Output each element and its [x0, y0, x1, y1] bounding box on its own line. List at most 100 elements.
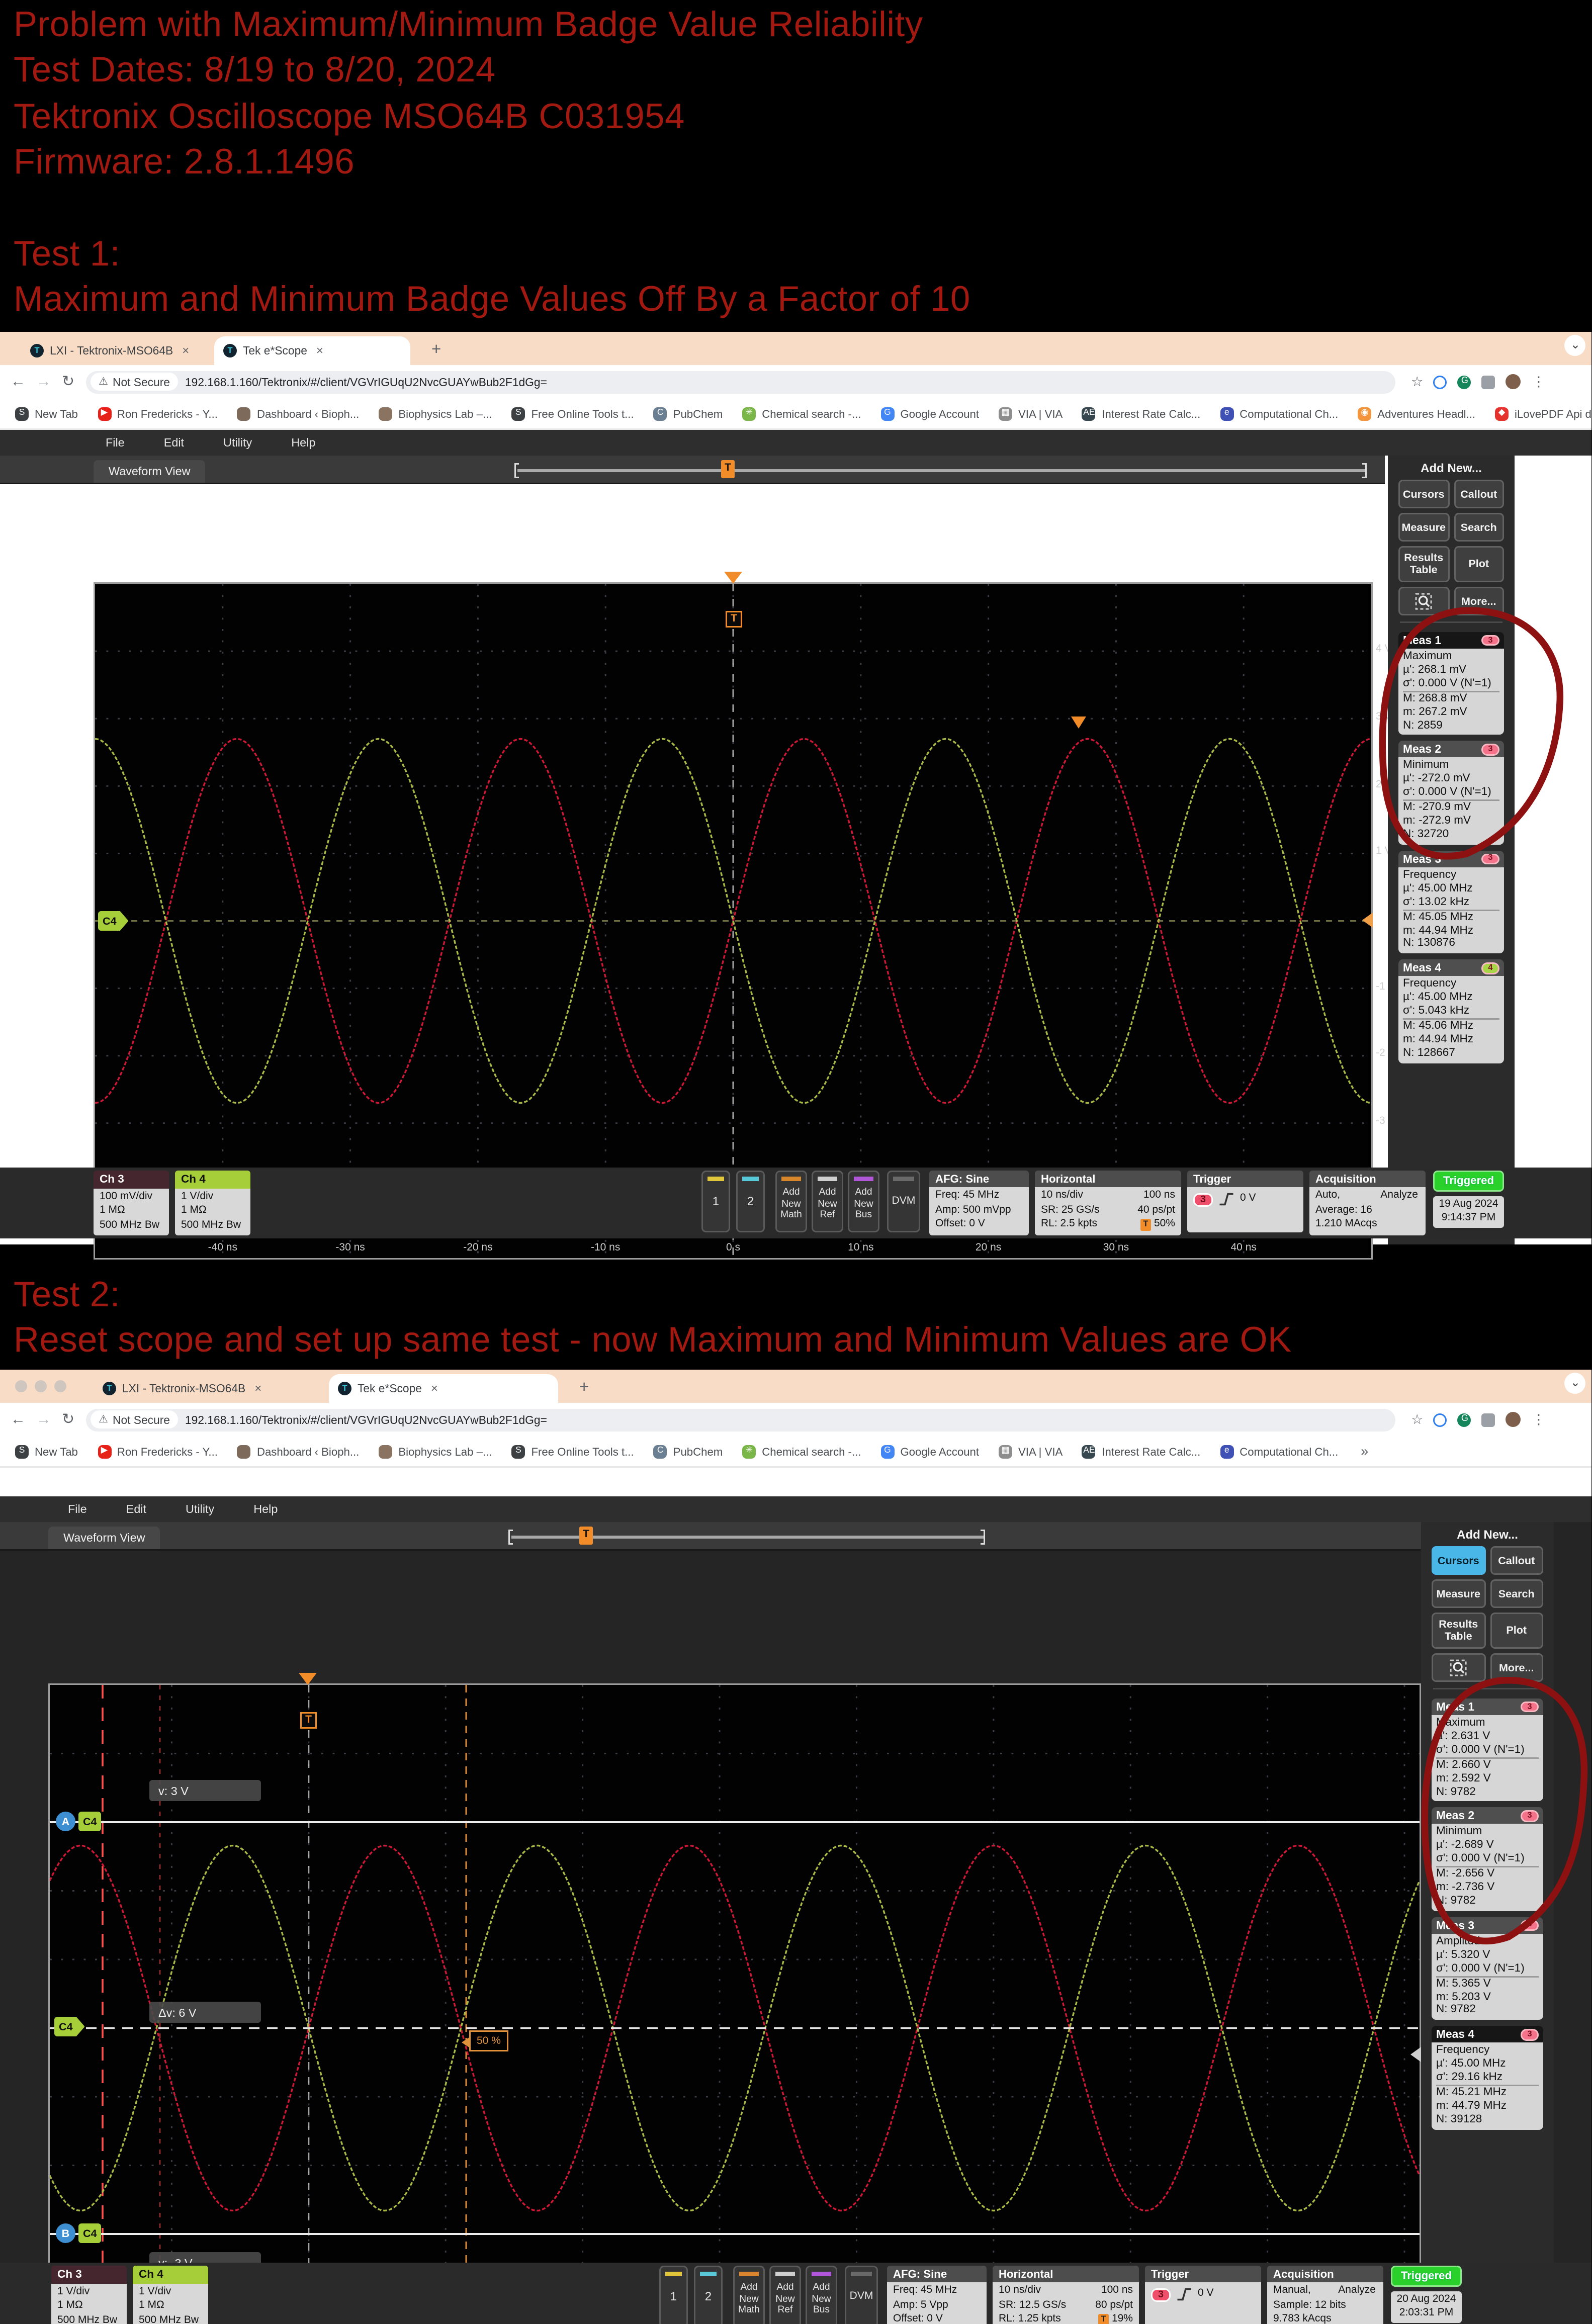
dvm-button[interactable]: DVM: [845, 2266, 878, 2324]
measurement-badge[interactable]: Meas 4 4 Frequencyµ': 45.00 MHzσ': 5.043…: [1398, 960, 1504, 1063]
triggered-status-button[interactable]: Triggered: [1391, 2266, 1462, 2287]
bookmark-item[interactable]: Biophysics Lab –...: [379, 407, 492, 420]
back-icon[interactable]: ←: [11, 1411, 26, 1428]
bookmark-item[interactable]: ✳ Chemical search -...: [742, 1445, 861, 1458]
not-secure-chip[interactable]: ⚠Not Secure: [91, 373, 178, 391]
trigger-panel[interactable]: Trigger 3 0 V: [1145, 2266, 1261, 2324]
more-button[interactable]: More...: [1454, 587, 1505, 615]
extensions-puzzle-icon[interactable]: [1482, 1413, 1495, 1426]
minimap-trigger-icon[interactable]: T: [721, 460, 735, 478]
bookmark-item[interactable]: G Google Account: [880, 1445, 979, 1458]
bookmark-item[interactable]: G Google Account: [880, 407, 979, 420]
menu-item[interactable]: Utility: [186, 1502, 214, 1516]
waveform-plot-1[interactable]: -40 ns-30 ns-20 ns-10 ns0 s10 ns20 ns30 …: [94, 582, 1373, 1260]
measure-button[interactable]: Measure: [1432, 1579, 1485, 1608]
password-extension-icon[interactable]: [1434, 375, 1447, 389]
tab-tek-escope[interactable]: T Tek e*Scope ×: [214, 336, 410, 365]
bookmark-star-icon[interactable]: ☆: [1411, 1411, 1423, 1428]
close-tab-icon[interactable]: ×: [316, 344, 323, 357]
reload-icon[interactable]: ↻: [62, 1411, 74, 1428]
bookmark-item[interactable]: Biophysics Lab –...: [379, 1445, 492, 1458]
waveform-canvas[interactable]: -40 ns-30 ns-20 ns-10 ns0 s10 ns20 ns30 …: [95, 584, 1371, 1258]
afg-panel[interactable]: AFG: Sine Freq: 45 MHzAmp: 500 mVppOffse…: [929, 1171, 1029, 1235]
bookmark-item[interactable]: C PubChem: [654, 407, 723, 420]
grammarly-extension-icon[interactable]: G: [1458, 1413, 1471, 1426]
measurement-header[interactable]: Meas 2 3: [1432, 1808, 1543, 1824]
bookmark-item[interactable]: C PubChem: [654, 1445, 723, 1458]
new-tab-button[interactable]: +: [579, 1377, 589, 1398]
zoom-tool-button[interactable]: [1398, 587, 1449, 615]
bookmark-item[interactable]: S Free Online Tools t...: [511, 407, 634, 420]
channel-badge[interactable]: Ch 4 1 V/div1 MΩ500 MHz Bw: [133, 2266, 208, 2324]
channel-badge[interactable]: Ch 4 1 V/div1 MΩ500 MHz Bw: [175, 1171, 250, 1236]
add-new-waveform-button[interactable]: Add New Bus: [806, 2266, 837, 2324]
address-bar[interactable]: ⚠Not Secure 192.168.1.160/Tektronix/#/cl…: [86, 371, 1396, 393]
add-new-waveform-button[interactable]: Add New Math: [775, 1171, 807, 1232]
results-table-button[interactable]: Results Table: [1398, 546, 1449, 582]
measurement-badge[interactable]: Meas 2 3 Minimumµ': -2.689 Vσ': 0.000 V …: [1432, 1808, 1543, 1911]
chevron-down-icon[interactable]: ⌄: [1565, 1373, 1586, 1394]
menu-item[interactable]: File: [68, 1502, 87, 1516]
callout-button[interactable]: Callout: [1490, 1546, 1544, 1575]
bookmark-item[interactable]: ◆ iLovePDF Api dow...: [1495, 407, 1592, 420]
forward-icon[interactable]: →: [36, 374, 51, 390]
measurement-badge[interactable]: Meas 4 3 Frequencyµ': 45.00 MHzσ': 29.16…: [1432, 2026, 1543, 2129]
bookmark-item[interactable]: ▶ Ron Fredericks - Y...: [98, 407, 218, 420]
minimap-left-bracket[interactable]: [508, 1530, 513, 1545]
waveform-plot-2[interactable]: -10 ns0 s10 ns20 ns30 ns40 ns50 ns60 ns7…: [48, 1683, 1421, 2324]
window-controls[interactable]: [15, 1380, 66, 1392]
bookmark-item[interactable]: AE Interest Rate Calc...: [1082, 1445, 1200, 1458]
trigger-level-arrow[interactable]: [1362, 913, 1373, 928]
bookmark-item[interactable]: S Free Online Tools t...: [511, 1445, 634, 1458]
waveform-view-tab[interactable]: Waveform View: [48, 1527, 160, 1549]
chevron-down-icon[interactable]: ⌄: [1565, 335, 1586, 356]
channel-badge[interactable]: Ch 3 1 V/div1 MΩ500 MHz Bw: [51, 2266, 127, 2324]
triggered-status-button[interactable]: Triggered: [1433, 1171, 1504, 1192]
cursor-a-badge[interactable]: A: [56, 1812, 75, 1831]
acquisition-panel[interactable]: Acquisition Auto,Analyze Average: 161.21…: [1309, 1171, 1426, 1235]
measurement-header[interactable]: Meas 2 3: [1398, 741, 1504, 758]
horizontal-panel[interactable]: Horizontal 10 ns/divSR: 25 GS/sRL: 2.5 k…: [1035, 1171, 1181, 1235]
minimap-right-bracket[interactable]: [981, 1530, 985, 1545]
tab-tek-escope[interactable]: T Tek e*Scope ×: [329, 1374, 558, 1403]
new-tab-button[interactable]: +: [431, 339, 441, 361]
tab-lxi-tektronix[interactable]: T LXI - Tektronix-MSO64B ×: [21, 336, 202, 365]
tab-lxi-tektronix[interactable]: T LXI - Tektronix-MSO64B ×: [94, 1374, 317, 1403]
menu-item[interactable]: Edit: [126, 1502, 146, 1516]
minimap-right-bracket[interactable]: [1362, 463, 1367, 478]
menu-item[interactable]: Edit: [164, 436, 184, 450]
numbered-slider-button[interactable]: 2: [694, 2266, 723, 2324]
menu-item[interactable]: Utility: [223, 436, 252, 450]
cursors-button[interactable]: Cursors: [1432, 1546, 1485, 1575]
acquisition-panel[interactable]: Acquisition Manual,Analyze Sample: 12 bi…: [1267, 2266, 1383, 2324]
back-icon[interactable]: ←: [11, 374, 26, 390]
cursor-b-channel-badge[interactable]: C4: [78, 2223, 102, 2243]
cursor-a-channel-badge[interactable]: C4: [78, 1812, 102, 1831]
close-tab-icon[interactable]: ×: [431, 1382, 438, 1395]
search-button[interactable]: Search: [1490, 1579, 1544, 1608]
add-new-waveform-button[interactable]: Add New Bus: [848, 1171, 879, 1232]
waveform-view-tab[interactable]: Waveform View: [94, 460, 206, 483]
numbered-slider-button[interactable]: 1: [659, 2266, 688, 2324]
measurement-header[interactable]: Meas 3 3: [1398, 851, 1504, 867]
trigger-position-marker[interactable]: T: [299, 1685, 318, 1729]
cursors-button[interactable]: Cursors: [1398, 480, 1449, 508]
password-extension-icon[interactable]: [1434, 1413, 1447, 1426]
menu-item[interactable]: Help: [291, 436, 315, 450]
bookmark-item[interactable]: ▶ Ron Fredericks - Y...: [98, 1445, 218, 1458]
measurement-header[interactable]: Meas 1 3: [1432, 1699, 1543, 1715]
add-new-waveform-button[interactable]: Add New Math: [733, 2266, 765, 2324]
splitter-handle[interactable]: [1410, 2047, 1421, 2062]
plot-button[interactable]: Plot: [1490, 1613, 1544, 1649]
profile-avatar[interactable]: [1506, 1412, 1521, 1427]
measurement-badge[interactable]: Meas 3 3 Frequencyµ': 45.00 MHzσ': 13.02…: [1398, 851, 1504, 954]
bookmark-item[interactable]: Dashboard ‹ Bioph...: [237, 407, 359, 420]
bookmark-item[interactable]: AE Interest Rate Calc...: [1082, 407, 1200, 420]
search-button[interactable]: Search: [1454, 513, 1505, 542]
callout-button[interactable]: Callout: [1454, 480, 1505, 508]
measurement-header[interactable]: Meas 4 3: [1432, 2026, 1543, 2043]
close-tab-icon[interactable]: ×: [254, 1382, 261, 1395]
trigger-panel[interactable]: Trigger 3 0 V: [1187, 1171, 1303, 1232]
numbered-slider-button[interactable]: 1: [701, 1171, 730, 1232]
extensions-puzzle-icon[interactable]: [1482, 375, 1495, 389]
